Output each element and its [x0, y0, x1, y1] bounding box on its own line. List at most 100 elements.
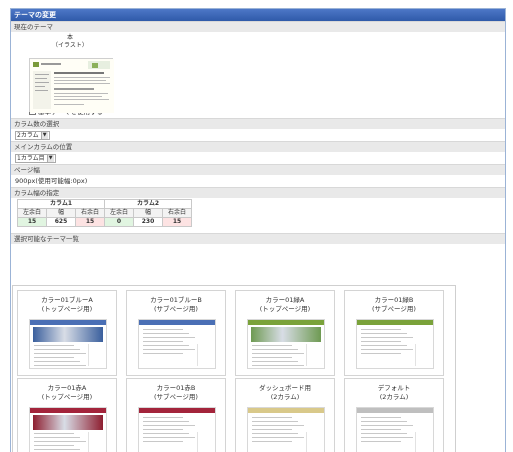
thumbnail-text-line: [252, 345, 292, 346]
thumbnail-text-line: [143, 433, 189, 434]
theme-list-section: 選択可能なテーマ一覧: [11, 233, 505, 244]
thumbnail-text-line: [252, 353, 304, 354]
theme-option-label: カラー01緑A (トップページ用): [236, 296, 334, 314]
col1-right-margin-header: 右余白: [75, 208, 105, 218]
col1-left-margin-header: 左余白: [17, 208, 47, 218]
thumbnail-header-bar: [30, 320, 106, 325]
thumbnail-header-bar: [30, 408, 106, 413]
theme-option-name: デフォルト: [377, 384, 411, 392]
thumbnail-header-bar: [139, 408, 215, 413]
current-theme-preview-image: [30, 59, 114, 113]
theme-option-thumbnail[interactable]: [138, 319, 216, 369]
thumbnail-text-line: [252, 421, 298, 422]
thumbnail-text-line: [252, 441, 292, 442]
thumbnail-text-line: [361, 341, 401, 342]
thumbnail-text-line: [252, 425, 304, 426]
thumbnail-text-line: [143, 421, 189, 422]
thumbnail-text-line: [361, 429, 401, 430]
current-theme: 本 （イラスト）: [11, 32, 505, 113]
thumbnail-hero-image: [33, 327, 103, 342]
theme-option-thumbnail[interactable]: [247, 319, 325, 369]
current-theme-name-line1: 本: [66, 34, 73, 41]
theme-option-usage: (2カラム): [379, 393, 409, 401]
thumbnail-text-line: [252, 365, 304, 366]
theme-option[interactable]: カラー01緑A (トップページ用): [235, 290, 335, 376]
thumbnail-text-line: [143, 349, 195, 350]
thumbnail-text-line: [143, 417, 183, 418]
current-theme-name-line2: （イラスト）: [52, 42, 88, 49]
column1-header: カラム1: [17, 199, 105, 209]
theme-option-label: カラー01ブルーB (サブページ用): [127, 296, 225, 314]
thumbnail-text-line: [34, 361, 80, 362]
theme-option[interactable]: デフォルト (2カラム): [344, 378, 444, 452]
main-column-select[interactable]: 1カラム目 ▼: [15, 154, 56, 163]
columns-selected-value: 2カラム: [17, 132, 39, 139]
thumbnail-text-line: [252, 361, 298, 362]
thumbnail-text-line: [361, 421, 407, 422]
thumbnail-sidebar: [306, 344, 320, 366]
thumbnail-text-line: [361, 337, 413, 338]
theme-option-thumbnail[interactable]: [29, 319, 107, 369]
theme-option-thumbnail[interactable]: [356, 407, 434, 452]
theme-list-grid: カラー01ブルーA (トップページ用) カラー01ブルーB (サブページ用) カラー01…: [12, 285, 456, 452]
thumbnail-header-bar: [248, 408, 324, 413]
thumbnail-sidebar: [415, 344, 429, 366]
theme-option-usage: (サブページ用): [372, 305, 416, 313]
theme-option[interactable]: カラー01ブルーA (トップページ用): [17, 290, 117, 376]
col1-width-value[interactable]: 625: [46, 217, 76, 227]
thumbnail-hero-image: [251, 327, 321, 342]
theme-option[interactable]: カラー01緑B (サブページ用): [344, 290, 444, 376]
current-theme-section: 現在のテーマ: [11, 21, 505, 32]
thumbnail-text-line: [34, 433, 74, 434]
thumbnail-text-line: [34, 441, 86, 442]
theme-option-label: カラー01ブルーA (トップページ用): [18, 296, 116, 314]
col2-right-margin-value[interactable]: 15: [162, 217, 192, 227]
theme-option-thumbnail[interactable]: [29, 407, 107, 452]
main-column-selected-value: 1カラム目: [17, 155, 45, 162]
columns-select[interactable]: 2カラム ▼: [15, 131, 50, 140]
col2-left-margin-value[interactable]: 0: [104, 217, 134, 227]
columns-section: カラム数の選択: [11, 118, 505, 129]
thumbnail-text-line: [143, 337, 195, 338]
thumbnail-text-line: [143, 341, 183, 342]
theme-option[interactable]: カラー01ブルーB (サブページ用): [126, 290, 226, 376]
thumbnail-text-line: [34, 349, 80, 350]
theme-option-name: カラー01赤A: [47, 384, 87, 392]
col1-width-header: 幅: [46, 208, 76, 218]
col1-left-margin-value[interactable]: 15: [17, 217, 47, 227]
thumbnail-text-line: [252, 433, 298, 434]
panel-title: テーマの変更: [11, 9, 505, 21]
page-width-value: 900px(使用可能幅:0px): [15, 177, 88, 185]
thumbnail-text-line: [34, 345, 74, 346]
thumbnail-text-line: [252, 349, 298, 350]
theme-option[interactable]: カラー01赤B (サブページ用): [126, 378, 226, 452]
theme-option-usage: (トップページ用): [41, 305, 93, 313]
current-theme-name: 本 （イラスト）: [11, 34, 129, 50]
theme-option-thumbnail[interactable]: [247, 407, 325, 452]
thumbnail-text-line: [361, 441, 401, 442]
thumbnail-text-line: [143, 345, 189, 346]
thumbnail-text-line: [34, 437, 80, 438]
theme-option-label: カラー01赤B (サブページ用): [127, 384, 225, 402]
thumbnail-text-line: [143, 425, 195, 426]
thumbnail-hero-image: [33, 415, 103, 430]
theme-option-usage: (2カラム): [270, 393, 300, 401]
thumbnail-sidebar: [415, 432, 429, 452]
thumbnail-text-line: [361, 437, 413, 438]
columns-row: 2カラム ▼: [11, 129, 505, 141]
theme-option-label: ダッシュボード用 (2カラム): [236, 384, 334, 402]
thumbnail-text-line: [143, 437, 195, 438]
col2-left-margin-header: 左余白: [104, 208, 134, 218]
col1-right-margin-value[interactable]: 15: [75, 217, 105, 227]
theme-option-thumbnail[interactable]: [356, 319, 434, 369]
col2-width-value[interactable]: 230: [133, 217, 163, 227]
thumbnail-text-line: [34, 365, 86, 366]
thumbnail-text-line: [361, 349, 413, 350]
column-widths-section: カラム幅の指定: [11, 187, 505, 198]
theme-option[interactable]: カラー01赤A (トップページ用): [17, 378, 117, 452]
thumbnail-text-line: [361, 353, 401, 354]
theme-option-thumbnail[interactable]: [138, 407, 216, 452]
theme-option[interactable]: ダッシュボード用 (2カラム): [235, 378, 335, 452]
thumbnail-text-line: [361, 425, 413, 426]
thumbnail-sidebar: [88, 344, 102, 366]
